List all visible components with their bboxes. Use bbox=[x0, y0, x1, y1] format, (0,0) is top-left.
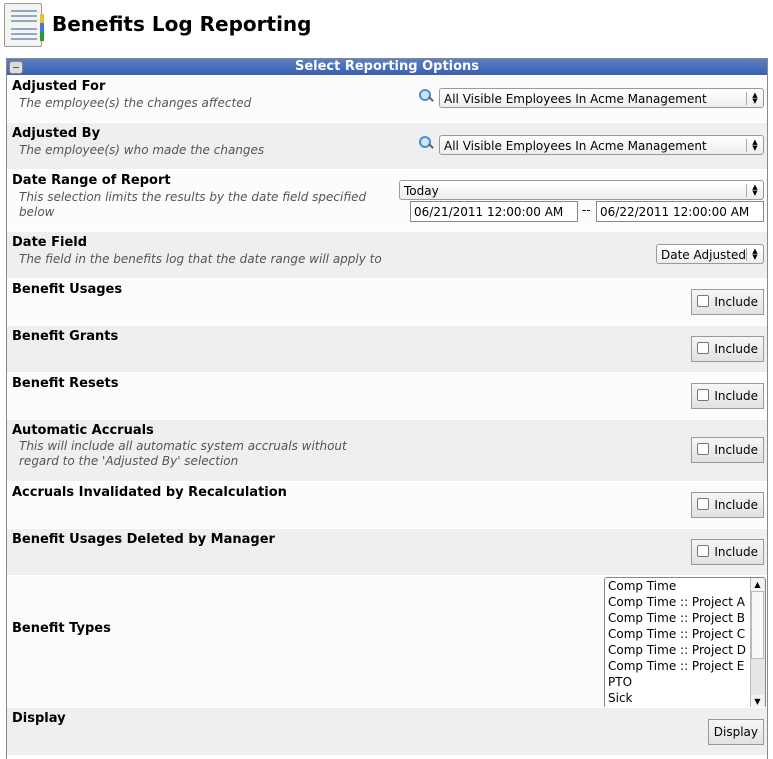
report-notebook-icon bbox=[4, 3, 44, 47]
adjusted-by-label: Adjusted By bbox=[12, 126, 101, 141]
include-row: Benefit Usages Deleted by Manager Include bbox=[7, 528, 767, 575]
date-field-value: Date Adjusted bbox=[661, 248, 747, 262]
adjusted-for-desc: The employee(s) the changes affected bbox=[19, 96, 252, 110]
benefit-type-option[interactable]: Comp Time :: Project E bbox=[605, 658, 765, 674]
include-row: Benefit Grants Include bbox=[7, 325, 767, 372]
date-range-row: Date Range of Report This selection limi… bbox=[7, 169, 767, 231]
display-row: Display Display bbox=[7, 707, 767, 755]
benefit-types-label: Benefit Types bbox=[12, 621, 111, 636]
date-range-desc: This selection limits the results by the… bbox=[19, 190, 367, 219]
checkbox[interactable] bbox=[697, 295, 710, 307]
include-label: Include bbox=[714, 295, 758, 309]
display-button[interactable]: Display bbox=[707, 719, 764, 745]
include-label: Include bbox=[714, 342, 758, 356]
select-arrows-icon: ▲ ▼ bbox=[746, 184, 763, 197]
benefit-types-row: Benefit Types Comp Time Comp Time :: Proj… bbox=[7, 575, 767, 709]
employee-search-icon[interactable] bbox=[419, 89, 433, 103]
checkbox[interactable] bbox=[697, 389, 710, 401]
checkbox[interactable] bbox=[697, 342, 710, 354]
scrollbar-thumb[interactable] bbox=[751, 591, 764, 659]
include-row: Automatic Accruals This will include all … bbox=[7, 419, 767, 481]
adjusted-for-label: Adjusted For bbox=[12, 79, 106, 94]
list-scrollbar[interactable]: ▲ ▼ bbox=[750, 578, 765, 708]
adjusted-by-row: Adjusted By The employee(s) who made the… bbox=[7, 122, 767, 169]
benefit-type-option[interactable]: PTO bbox=[605, 674, 765, 690]
select-arrows-icon: ▲ ▼ bbox=[746, 248, 763, 261]
benefit-types-list[interactable]: Comp Time Comp Time :: Project A Comp Time… bbox=[604, 577, 766, 709]
date-field-desc: The field in the benefits log that the d… bbox=[19, 252, 382, 266]
benefit-type-option[interactable]: Comp Time :: Project C bbox=[605, 626, 765, 642]
end-date-input[interactable]: 06/22/2011 12:00:00 AM bbox=[596, 201, 764, 222]
select-arrows-icon: ▲ ▼ bbox=[746, 92, 763, 105]
adjusted-for-row: Adjusted For The employee(s) the changes… bbox=[7, 75, 767, 122]
include-label: Include bbox=[714, 389, 758, 403]
include-row-label: Benefit Usages Deleted by Manager bbox=[12, 532, 275, 547]
include-toggle-button[interactable]: Include bbox=[691, 492, 764, 518]
date-range-label: Date Range of Report bbox=[12, 173, 171, 188]
display-label: Display bbox=[12, 711, 66, 726]
adjusted-by-select[interactable]: All Visible Employees In Acme Management… bbox=[439, 135, 764, 155]
date-separator: -- bbox=[582, 203, 591, 217]
page-title: Benefits Log Reporting bbox=[52, 12, 312, 36]
date-range-value: Today bbox=[404, 184, 439, 198]
include-row: Benefit Resets Include bbox=[7, 372, 767, 419]
checkbox[interactable] bbox=[697, 545, 710, 557]
adjusted-by-value: All Visible Employees In Acme Management bbox=[444, 139, 707, 153]
include-row: Accruals Invalidated by Recalculation Inc… bbox=[7, 481, 767, 528]
include-label: Include bbox=[714, 443, 758, 457]
date-field-label: Date Field bbox=[12, 235, 88, 250]
include-row-label: Accruals Invalidated by Recalculation bbox=[12, 485, 287, 500]
include-toggle-button[interactable]: Include bbox=[691, 336, 764, 362]
employee-search-icon[interactable] bbox=[419, 136, 433, 150]
include-toggle-button[interactable]: Include bbox=[691, 539, 764, 565]
adjusted-for-select[interactable]: All Visible Employees In Acme Management… bbox=[439, 88, 764, 108]
include-toggle-button[interactable]: Include bbox=[691, 383, 764, 409]
panel-header: Select Reporting Options bbox=[7, 59, 767, 75]
benefit-type-option[interactable]: Sick bbox=[605, 690, 765, 706]
include-label: Include bbox=[714, 498, 758, 512]
include-row-desc: This will include all automatic system a… bbox=[19, 439, 347, 468]
start-date-input[interactable]: 06/21/2011 12:00:00 AM bbox=[410, 201, 578, 222]
adjusted-for-value: All Visible Employees In Acme Management bbox=[444, 92, 707, 106]
select-arrows-icon: ▲ ▼ bbox=[746, 139, 763, 152]
include-row-label: Benefit Resets bbox=[12, 376, 119, 391]
include-row-label: Benefit Usages bbox=[12, 282, 123, 297]
adjusted-by-desc: The employee(s) who made the changes bbox=[19, 143, 265, 157]
include-row-label: Automatic Accruals bbox=[12, 423, 154, 438]
include-toggle-button[interactable]: Include bbox=[691, 437, 764, 463]
reporting-options-panel: Select Reporting Options Adjusted For Th… bbox=[6, 58, 768, 759]
include-row-label: Benefit Grants bbox=[12, 329, 119, 344]
include-toggle-button[interactable]: Include bbox=[691, 289, 764, 315]
date-range-select[interactable]: Today ▲ ▼ bbox=[399, 180, 764, 200]
benefit-type-option[interactable]: Comp Time bbox=[605, 578, 765, 594]
benefit-type-option[interactable]: Comp Time :: Project A bbox=[605, 594, 765, 610]
date-field-select[interactable]: Date Adjusted ▲ ▼ bbox=[656, 244, 764, 264]
panel-title: Select Reporting Options bbox=[294, 59, 480, 74]
benefit-type-option[interactable]: Comp Time :: Project D bbox=[605, 642, 765, 658]
include-label: Include bbox=[714, 545, 758, 559]
scroll-up-icon[interactable]: ▲ bbox=[751, 578, 764, 591]
date-field-row: Date Field The field in the benefits log… bbox=[7, 231, 767, 278]
collapse-icon[interactable] bbox=[9, 61, 23, 74]
checkbox[interactable] bbox=[697, 443, 710, 455]
benefit-type-option[interactable]: Comp Time :: Project B bbox=[605, 610, 765, 626]
page-header: Benefits Log Reporting bbox=[0, 0, 773, 52]
checkbox[interactable] bbox=[697, 498, 710, 510]
include-row: Benefit Usages Include bbox=[7, 278, 767, 325]
